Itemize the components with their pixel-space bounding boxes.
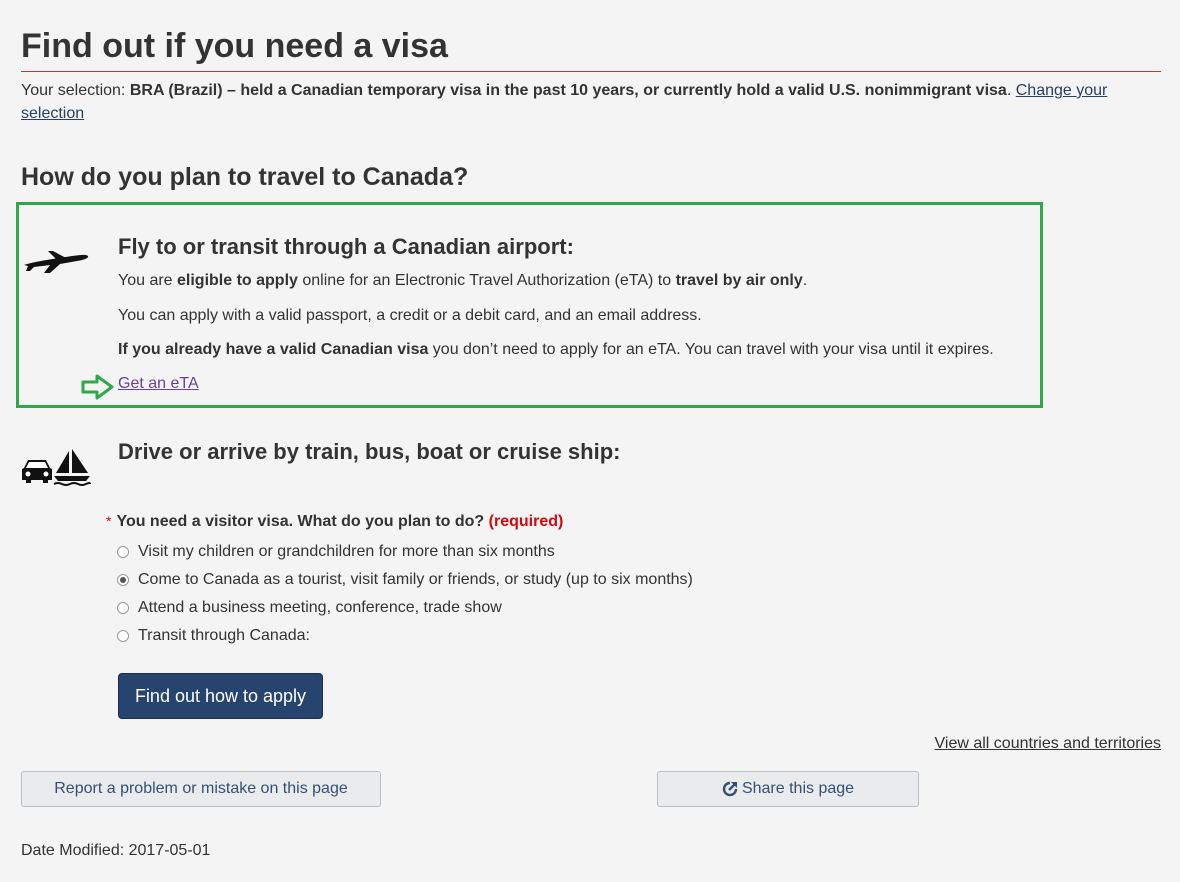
radio-button[interactable]: [117, 602, 129, 614]
purpose-option-label[interactable]: Come to Canada as a tourist, visit famil…: [138, 569, 693, 591]
report-problem-button[interactable]: Report a problem or mistake on this page: [21, 771, 381, 807]
share-page-label: Share this page: [741, 780, 855, 797]
air-travel-heading: Fly to or transit through a Canadian air…: [118, 234, 574, 259]
car-icon: [22, 460, 52, 483]
share-icon: [722, 781, 738, 797]
radio-button[interactable]: [117, 574, 129, 586]
report-problem-label: Report a problem or mistake on this page: [54, 780, 348, 797]
title-divider: [21, 71, 1161, 72]
selection-value: BRA (Brazil) – held a Canadian temporary…: [129, 82, 1007, 99]
radio-button[interactable]: [117, 546, 129, 558]
eta-text-emphasis: travel by air only: [675, 272, 803, 289]
question-text: You need a visitor visa. What do you pla…: [116, 513, 485, 530]
arrow-right-icon: [81, 374, 114, 400]
selection-prefix: Your selection:: [21, 82, 126, 99]
visa-purpose-question: * You need a visitor visa. What do you pl…: [106, 510, 563, 533]
page-title: Find out if you need a visa: [21, 27, 448, 65]
existing-visa-text: If you already have a valid Canadian vis…: [118, 339, 994, 361]
radio-button[interactable]: [117, 630, 129, 642]
date-modified: Date Modified: 2017-05-01: [21, 842, 211, 859]
share-page-button[interactable]: Share this page: [657, 771, 919, 807]
eta-text-part: .: [802, 272, 808, 289]
eta-eligibility-text: You are eligible to apply online for an …: [118, 270, 807, 292]
selection-summary: Your selection: BRA (Brazil) – held a Ca…: [21, 79, 1141, 125]
purpose-option-label[interactable]: Transit through Canada:: [138, 625, 310, 647]
eta-text-part: online for an Electronic Travel Authoriz…: [297, 272, 676, 289]
view-all-countries-link[interactable]: View all countries and territories: [935, 735, 1161, 753]
find-out-how-to-apply-button[interactable]: Find out how to apply: [118, 673, 323, 719]
sailboat-icon: [53, 449, 91, 486]
airplane-icon: [24, 251, 89, 273]
eta-requirements-text: You can apply with a valid passport, a c…: [118, 307, 702, 324]
required-label: (required): [488, 513, 564, 530]
purpose-option-label[interactable]: Attend a business meeting, conference, t…: [138, 597, 502, 619]
eta-text-part: You are: [118, 272, 178, 289]
selection-suffix: .: [1006, 82, 1012, 99]
travel-method-heading: How do you plan to travel to Canada?: [21, 163, 469, 191]
existing-visa-emphasis: If you already have a valid Canadian vis…: [118, 341, 429, 358]
land-travel-heading: Drive or arrive by train, bus, boat or c…: [118, 439, 621, 464]
eta-text-emphasis: eligible to apply: [177, 272, 298, 289]
purpose-option-label[interactable]: Visit my children or grandchildren for m…: [138, 541, 555, 563]
get-eta-link[interactable]: Get an eTA: [118, 375, 199, 393]
required-marker: *: [106, 513, 112, 529]
existing-visa-rest: you don’t need to apply for an eTA. You …: [428, 341, 994, 358]
